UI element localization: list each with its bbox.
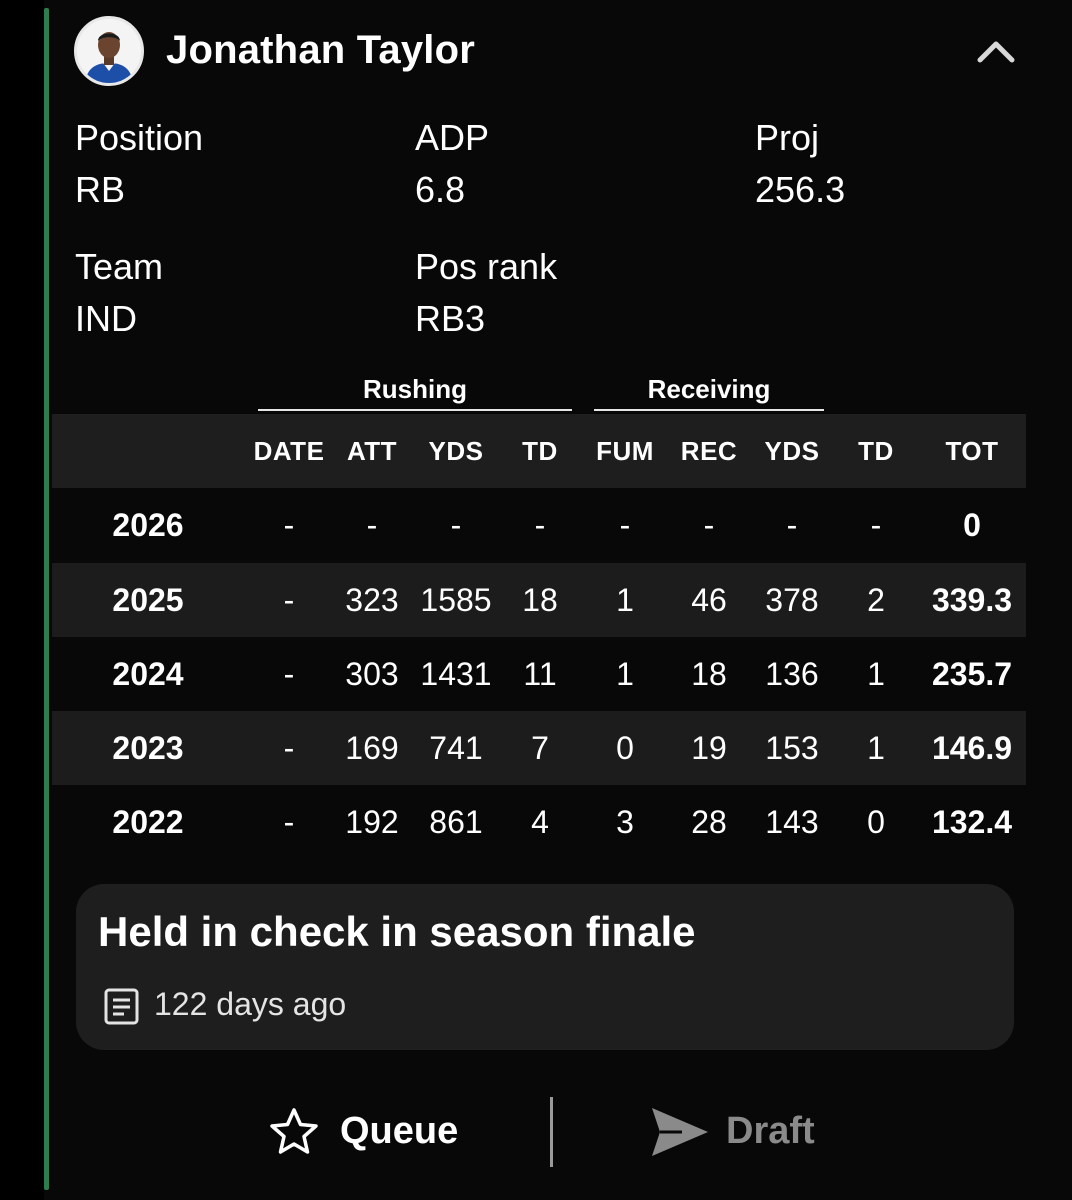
table-cell: 136 [765,656,819,692]
table-cell: - [283,582,295,618]
table-cell: 143 [765,804,819,840]
player-avatar [74,16,144,86]
table-cell: 1431 [420,656,492,692]
posrank-label: Pos rank [415,246,558,287]
table-cell: - [619,507,631,543]
queue-button[interactable]: Queue [268,1100,468,1166]
row-year: 2023 [112,730,184,766]
column-header-att-1[interactable]: ATT [332,414,412,488]
row-year: 2022 [112,804,184,840]
proj-value: 256.3 [755,169,846,210]
table-cell: 0 [963,507,981,543]
table-cell: 1 [867,656,885,692]
table-cell: 19 [691,730,727,766]
posrank-value: RB3 [415,298,486,339]
posrank-info: Pos rank RB3 [415,241,557,345]
proj-label: Proj [755,117,820,158]
column-header-date-0[interactable]: DATE [246,414,332,488]
column-header-td-3[interactable]: TD [510,414,570,488]
table-cell: 146.9 [931,730,1013,766]
rushing-group-underline [258,409,572,411]
news-timestamp: 122 days ago [154,986,347,1022]
table-cell: 192 [345,804,399,840]
table-cell: 303 [345,656,399,692]
news-title: Held in check in season finale [98,908,696,955]
table-cell: 378 [765,582,819,618]
column-header-yds-2[interactable]: YDS [411,414,501,488]
queue-label: Queue [340,1110,459,1152]
table-cell: 1 [616,656,634,692]
table-cell: 1585 [420,582,492,618]
player-header[interactable]: Jonathan Taylor [74,16,1034,88]
table-cell: 323 [345,582,399,618]
table-cell: - [283,656,295,692]
adp-value: 6.8 [415,169,466,210]
team-info: Team IND [75,241,163,345]
row-year: 2024 [112,656,184,692]
article-icon [104,988,139,1025]
send-icon [652,1108,708,1156]
table-cell: 4 [531,804,549,840]
table-cell: 18 [691,656,727,692]
adp-info: ADP 6.8 [415,112,489,216]
table-cell: - [366,507,378,543]
column-header-rec-5[interactable]: REC [671,414,747,488]
position-info: Position RB [75,112,203,216]
accent-bar [44,8,49,1190]
action-divider [550,1097,553,1167]
table-cell: - [870,507,882,543]
table-cell: 28 [691,804,727,840]
table-cell: 18 [522,582,558,618]
table-cell: - [283,730,295,766]
column-header-td-7[interactable]: TD [846,414,906,488]
table-cell: 0 [616,730,634,766]
draft-button[interactable]: Draft [648,1100,828,1166]
draft-label: Draft [726,1110,815,1152]
chevron-up-icon [977,41,1015,63]
receiving-group-underline [594,409,824,411]
column-header-fum-4[interactable]: FUM [585,414,665,488]
column-header-yds-6[interactable]: YDS [752,414,832,488]
table-cell: - [283,804,295,840]
row-year: 2025 [112,582,184,618]
table-cell: 1 [867,730,885,766]
position-value: RB [75,169,126,210]
table-cell: 7 [531,730,549,766]
table-cell: 741 [429,730,483,766]
table-cell: 1 [616,582,634,618]
table-cell: 132.4 [931,804,1013,840]
team-label: Team [75,246,164,287]
table-cell: - [703,507,715,543]
table-cell: 235.7 [931,656,1013,692]
rushing-group-label: Rushing [363,374,467,404]
position-label: Position [75,117,204,158]
player-headshot-icon [77,19,141,83]
table-cell: 861 [429,804,483,840]
proj-info: Proj 256.3 [755,112,845,216]
table-cell: 153 [765,730,819,766]
table-cell: 339.3 [931,582,1013,618]
table-cell: 0 [867,804,885,840]
table-cell: 2 [867,582,885,618]
table-cell: - [534,507,546,543]
table-cell: - [283,507,295,543]
column-header-tot-8[interactable]: TOT [917,414,1027,488]
collapse-button[interactable] [972,30,1020,74]
news-card[interactable]: Held in check in season finale 122 days … [76,884,1014,1050]
star-icon [270,1108,318,1154]
table-cell: 11 [523,656,557,692]
player-name: Jonathan Taylor [166,28,475,72]
table-cell: - [786,507,798,543]
adp-label: ADP [415,117,490,158]
table-cell: - [450,507,462,543]
receiving-group-label: Receiving [647,374,771,404]
table-cell: 169 [345,730,399,766]
table-cell: 46 [691,582,727,618]
team-value: IND [75,298,137,339]
table-cell: 3 [616,804,634,840]
row-year: 2026 [112,507,184,543]
